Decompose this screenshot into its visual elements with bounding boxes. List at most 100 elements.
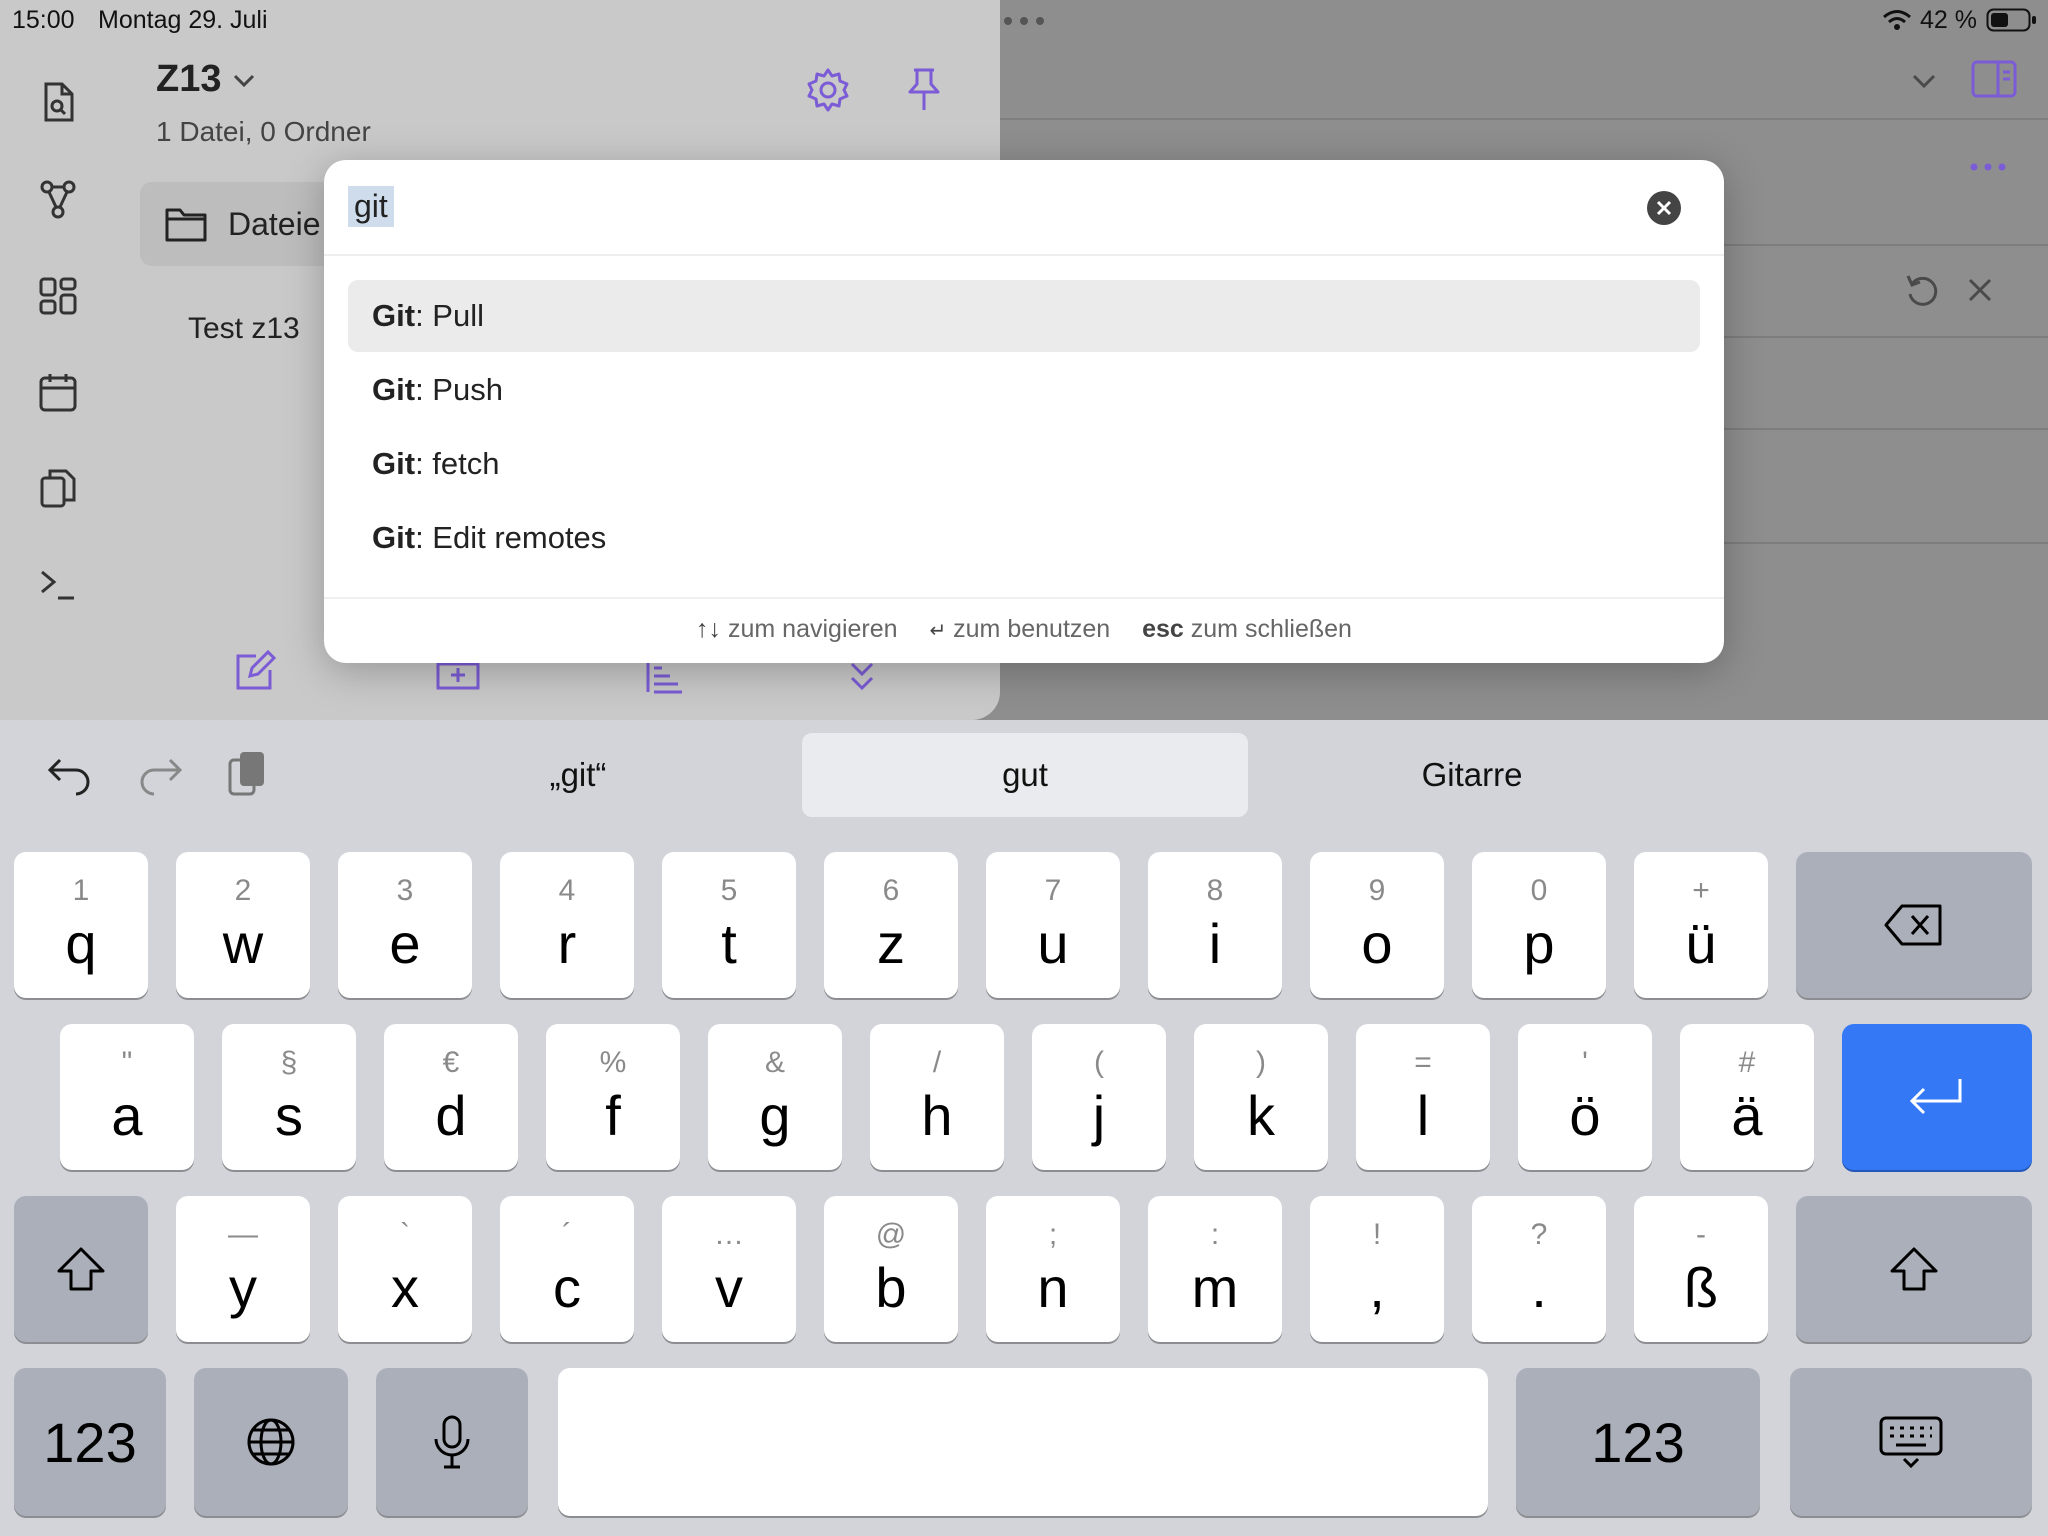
- key-secondary-label: `: [400, 1218, 410, 1251]
- key-row2-0[interactable]: " a: [60, 1024, 194, 1170]
- shift-key-right[interactable]: [1796, 1196, 2032, 1342]
- key-secondary-label: =: [1414, 1046, 1432, 1079]
- clipboard-icon[interactable]: [226, 748, 270, 800]
- key-row1-6[interactable]: 7u: [986, 852, 1120, 998]
- key-row2-4[interactable]: & g: [708, 1024, 842, 1170]
- key-row3-9[interactable]: -ß: [1634, 1196, 1768, 1342]
- key-row1-2[interactable]: 3e: [338, 852, 472, 998]
- key-row2-8[interactable]: = l: [1356, 1024, 1490, 1170]
- esc-key-hint: esc: [1142, 615, 1184, 643]
- backspace-key[interactable]: [1796, 852, 2032, 998]
- key-row3-0[interactable]: — y: [176, 1196, 310, 1342]
- prediction-3[interactable]: Gitarre: [1254, 733, 1690, 817]
- undo-icon[interactable]: [46, 752, 94, 796]
- key-row1-10[interactable]: + ü: [1634, 852, 1768, 998]
- key-row3-8[interactable]: ?.: [1472, 1196, 1606, 1342]
- suggestion-item[interactable]: Git: Push: [348, 354, 1700, 426]
- key-primary-label: l: [1416, 1084, 1430, 1147]
- instructions-footer: ↑↓ zum navigieren ↵ zum benutzen esc zum…: [324, 615, 1724, 644]
- sidebar-toggle-icon[interactable]: [1970, 58, 2018, 102]
- more-options-icon[interactable]: [1968, 160, 2008, 174]
- refresh-icon[interactable]: [1902, 270, 1942, 310]
- key-row1-9[interactable]: 0p: [1472, 852, 1606, 998]
- key-primary-label: v: [715, 1256, 743, 1319]
- header-divider: [1000, 118, 2048, 120]
- files-tab[interactable]: Dateie: [140, 182, 340, 266]
- numbers-key-right[interactable]: 123: [1516, 1368, 1760, 1516]
- key-primary-label: ä: [1731, 1084, 1763, 1147]
- space-key[interactable]: [558, 1368, 1488, 1516]
- key-row2-5[interactable]: / h: [870, 1024, 1004, 1170]
- key-primary-label: x: [391, 1256, 419, 1319]
- suggestion-text: : Push: [415, 372, 503, 407]
- key-primary-label: e: [389, 912, 421, 975]
- key-row3-4[interactable]: @ b: [824, 1196, 958, 1342]
- key-row1-4[interactable]: 5t: [662, 852, 796, 998]
- redo-icon[interactable]: [136, 752, 184, 796]
- key-secondary-label: —: [228, 1218, 258, 1251]
- key-primary-label: q: [65, 912, 97, 975]
- vault-subtitle: 1 Datei, 0 Ordner: [156, 116, 371, 147]
- key-primary-label: c: [553, 1256, 581, 1319]
- suggestion-item[interactable]: Git: Pull: [348, 280, 1700, 352]
- key-secondary-label: -: [1696, 1218, 1706, 1251]
- close-panel-icon[interactable]: [1962, 272, 1998, 308]
- key-row2-10[interactable]: # ä: [1680, 1024, 1814, 1170]
- dictation-key[interactable]: [376, 1368, 528, 1516]
- pin-icon[interactable]: [900, 64, 948, 116]
- key-secondary-label: &: [764, 1046, 785, 1079]
- key-row2-9[interactable]: ' ö: [1518, 1024, 1652, 1170]
- clear-search-icon[interactable]: [1646, 190, 1682, 226]
- key-row3-1[interactable]: ` x: [338, 1196, 472, 1342]
- globe-key[interactable]: [194, 1368, 348, 1516]
- prediction-2[interactable]: gut: [802, 733, 1248, 817]
- key-row3-2[interactable]: ´ c: [500, 1196, 634, 1342]
- chevron-down-icon[interactable]: [1906, 66, 1942, 96]
- suggestion-item[interactable]: Git: Edit remotes: [348, 502, 1700, 574]
- dashboard-icon[interactable]: [34, 272, 82, 320]
- key-row1-8[interactable]: 9o: [1310, 852, 1444, 998]
- numbers-key-left[interactable]: 123: [14, 1368, 166, 1516]
- new-note-icon[interactable]: [230, 648, 278, 696]
- key-row2-7[interactable]: ) k: [1194, 1024, 1328, 1170]
- return-key[interactable]: [1842, 1024, 2032, 1170]
- terminal-icon[interactable]: [34, 560, 82, 608]
- enter-key-hint: ↵: [929, 620, 947, 642]
- calendar-icon[interactable]: [34, 368, 82, 416]
- key-secondary-label: 8: [1206, 874, 1224, 907]
- key-row1-3[interactable]: 4r: [500, 852, 634, 998]
- key-primary-label: ,: [1369, 1256, 1385, 1319]
- key-primary-label: n: [1037, 1256, 1069, 1319]
- gear-icon[interactable]: [804, 66, 852, 114]
- key-row3-5[interactable]: ; n: [986, 1196, 1120, 1342]
- key-primary-label: s: [275, 1084, 303, 1147]
- key-row1-7[interactable]: 8i: [1148, 852, 1282, 998]
- file-item[interactable]: Test z13: [188, 312, 300, 346]
- key-row1-5[interactable]: 6z: [824, 852, 958, 998]
- key-primary-label: b: [875, 1256, 907, 1319]
- key-row2-1[interactable]: § s: [222, 1024, 356, 1170]
- copy-icon[interactable]: [34, 464, 82, 512]
- key-row2-3[interactable]: % f: [546, 1024, 680, 1170]
- key-row3-6[interactable]: :m: [1148, 1196, 1282, 1342]
- key-row2-2[interactable]: € d: [384, 1024, 518, 1170]
- shift-key-left[interactable]: [14, 1196, 148, 1342]
- suggestion-item[interactable]: Git: fetch: [348, 428, 1700, 500]
- key-secondary-label: §: [280, 1046, 298, 1079]
- dismiss-keyboard-key[interactable]: [1790, 1368, 2032, 1516]
- search-input[interactable]: git: [348, 186, 1628, 236]
- vault-name[interactable]: Z13: [156, 58, 221, 101]
- key-secondary-label: !: [1372, 1218, 1382, 1251]
- key-row3-3[interactable]: … v: [662, 1196, 796, 1342]
- key-row1-1[interactable]: 2w: [176, 852, 310, 998]
- graph-icon[interactable]: [34, 176, 82, 224]
- key-secondary-label: ': [1582, 1046, 1588, 1079]
- key-row3-7[interactable]: !,: [1310, 1196, 1444, 1342]
- key-primary-label: k: [1247, 1084, 1275, 1147]
- vault-chevron-icon[interactable]: [230, 68, 258, 92]
- file-search-icon[interactable]: [34, 78, 82, 126]
- wifi-icon: [1882, 8, 1912, 32]
- key-row1-0[interactable]: 1q: [14, 852, 148, 998]
- key-row2-6[interactable]: (j: [1032, 1024, 1166, 1170]
- prediction-1[interactable]: „git“: [360, 733, 796, 817]
